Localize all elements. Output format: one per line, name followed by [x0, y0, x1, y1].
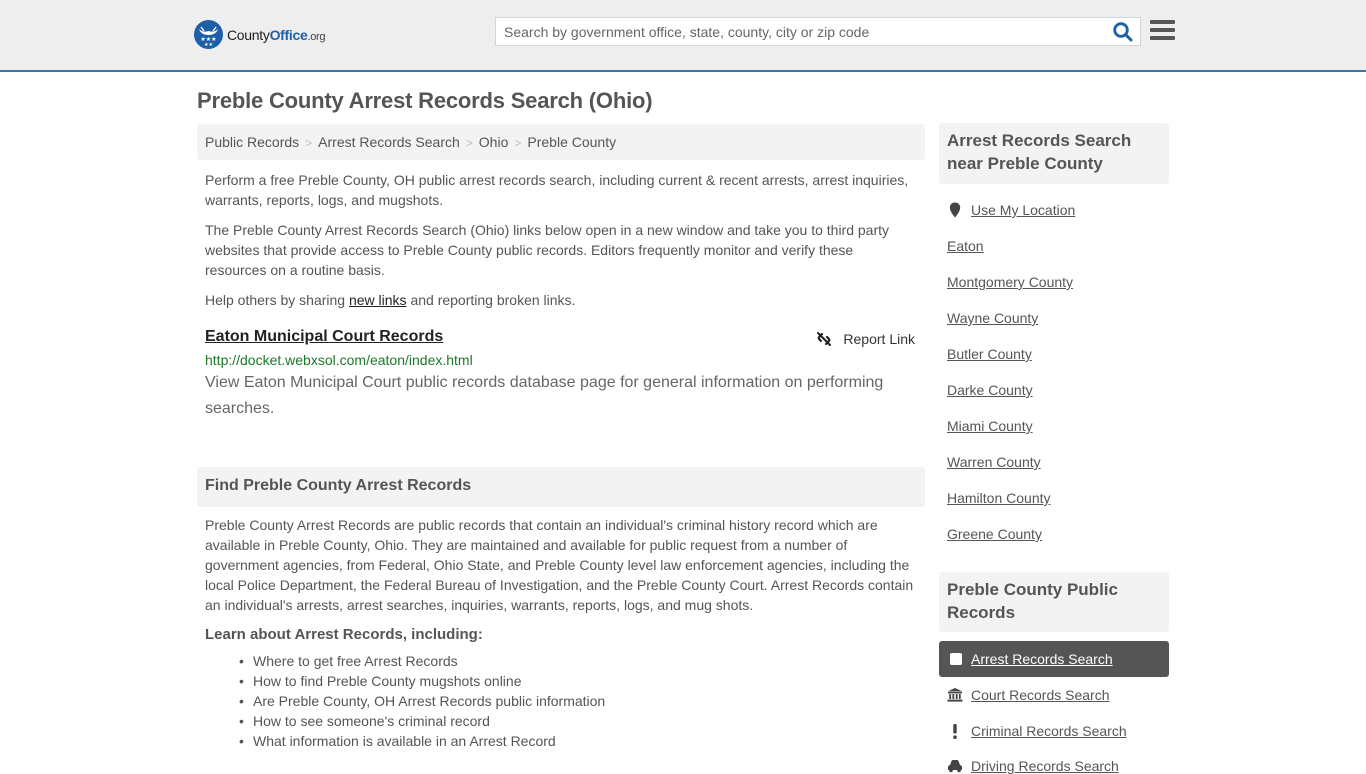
report-link-button[interactable]: Report Link	[815, 330, 915, 348]
nearby-link-hamilton-county[interactable]: Hamilton County	[947, 490, 1051, 506]
search-box	[495, 17, 1141, 46]
breadcrumb: Public Records > Arrest Records Search > Ohi…	[197, 124, 925, 160]
intro-paragraph: Perform a free Preble County, OH public …	[205, 172, 909, 208]
breadcrumb-separator: >	[514, 136, 522, 150]
site-logo[interactable]: ★★★ ★★ CountyOffice.org	[194, 20, 326, 49]
find-section-body: Preble County Arrest Records are public …	[197, 515, 925, 751]
learn-list: Where to get free Arrest Records How to …	[205, 651, 917, 751]
hamburger-menu-icon[interactable]	[1150, 20, 1175, 42]
breadcrumb-preble-county[interactable]: Preble County	[527, 134, 616, 150]
nearby-link-miami-county[interactable]: Miami County	[947, 418, 1033, 434]
nearby-link-greene-county[interactable]: Greene County	[947, 526, 1042, 542]
breadcrumb-public-records[interactable]: Public Records	[205, 134, 299, 150]
find-section-paragraph: Preble County Arrest Records are public …	[205, 517, 914, 613]
search-input[interactable]	[496, 18, 1096, 45]
share-links-paragraph: Help others by sharing new links and rep…	[205, 292, 576, 308]
nearby-link-eaton[interactable]: Eaton	[947, 238, 984, 254]
record-item: Eaton Municipal Court Records Report Lin…	[197, 328, 925, 422]
exclamation-icon	[947, 723, 963, 739]
find-section-heading: Find Preble County Arrest Records	[197, 467, 925, 507]
public-link-driving-records-search[interactable]: Driving Records Search	[947, 758, 1119, 774]
eagle-logo-icon: ★★★ ★★	[194, 20, 223, 49]
public-link-criminal-records-search[interactable]: Criminal Records Search	[947, 723, 1127, 739]
search-icon	[1113, 22, 1133, 42]
disclaimer-paragraph: The Preble County Arrest Records Search …	[205, 222, 890, 278]
use-my-location-link[interactable]: Use My Location	[947, 202, 1075, 218]
nearby-heading: Arrest Records Search near Preble County	[939, 123, 1169, 184]
car-icon	[947, 759, 963, 773]
search-button[interactable]	[1112, 21, 1134, 43]
breadcrumb-separator: >	[465, 136, 473, 150]
learn-item: How to find Preble County mugshots onlin…	[239, 671, 917, 691]
map-pin-icon	[947, 202, 963, 218]
breadcrumb-ohio[interactable]: Ohio	[479, 134, 509, 150]
nearby-link-warren-county[interactable]: Warren County	[947, 454, 1041, 470]
nearby-link-butler-county[interactable]: Butler County	[947, 346, 1032, 362]
courthouse-icon	[947, 688, 963, 702]
breadcrumb-arrest-records-search[interactable]: Arrest Records Search	[318, 134, 460, 150]
public-link-court-records-search[interactable]: Court Records Search	[947, 687, 1110, 703]
record-description: View Eaton Municipal Court public record…	[205, 374, 884, 417]
nearby-link-darke-county[interactable]: Darke County	[947, 382, 1033, 398]
learn-item: Are Preble County, OH Arrest Records pub…	[239, 691, 917, 711]
site-header: ★★★ ★★ CountyOffice.org	[0, 0, 1366, 72]
public-records-heading: Preble County Public Records	[939, 572, 1169, 632]
learn-item: Where to get free Arrest Records	[239, 651, 917, 671]
breadcrumb-separator: >	[305, 136, 313, 150]
record-title-link[interactable]: Eaton Municipal Court Records	[205, 328, 443, 346]
svg-text:★★: ★★	[204, 42, 213, 48]
square-icon	[950, 653, 962, 665]
nearby-link-wayne-county[interactable]: Wayne County	[947, 310, 1038, 326]
nearby-link-montgomery-county[interactable]: Montgomery County	[947, 274, 1073, 290]
record-url[interactable]: http://docket.webxsol.com/eaton/index.ht…	[205, 352, 917, 368]
public-link-arrest-records-search[interactable]: Arrest Records Search	[939, 641, 1169, 677]
broken-link-icon	[817, 332, 832, 346]
logo-text: CountyOffice.org	[227, 26, 326, 43]
page-title: Preble County Arrest Records Search (Ohi…	[197, 88, 653, 113]
learn-heading: Learn about Arrest Records, including:	[205, 626, 483, 643]
new-links-link[interactable]: new links	[349, 292, 407, 308]
learn-item: How to see someone's criminal record	[239, 711, 917, 731]
main-content: Perform a free Preble County, OH public …	[197, 170, 925, 422]
learn-item: What information is available in an Arre…	[239, 731, 917, 751]
